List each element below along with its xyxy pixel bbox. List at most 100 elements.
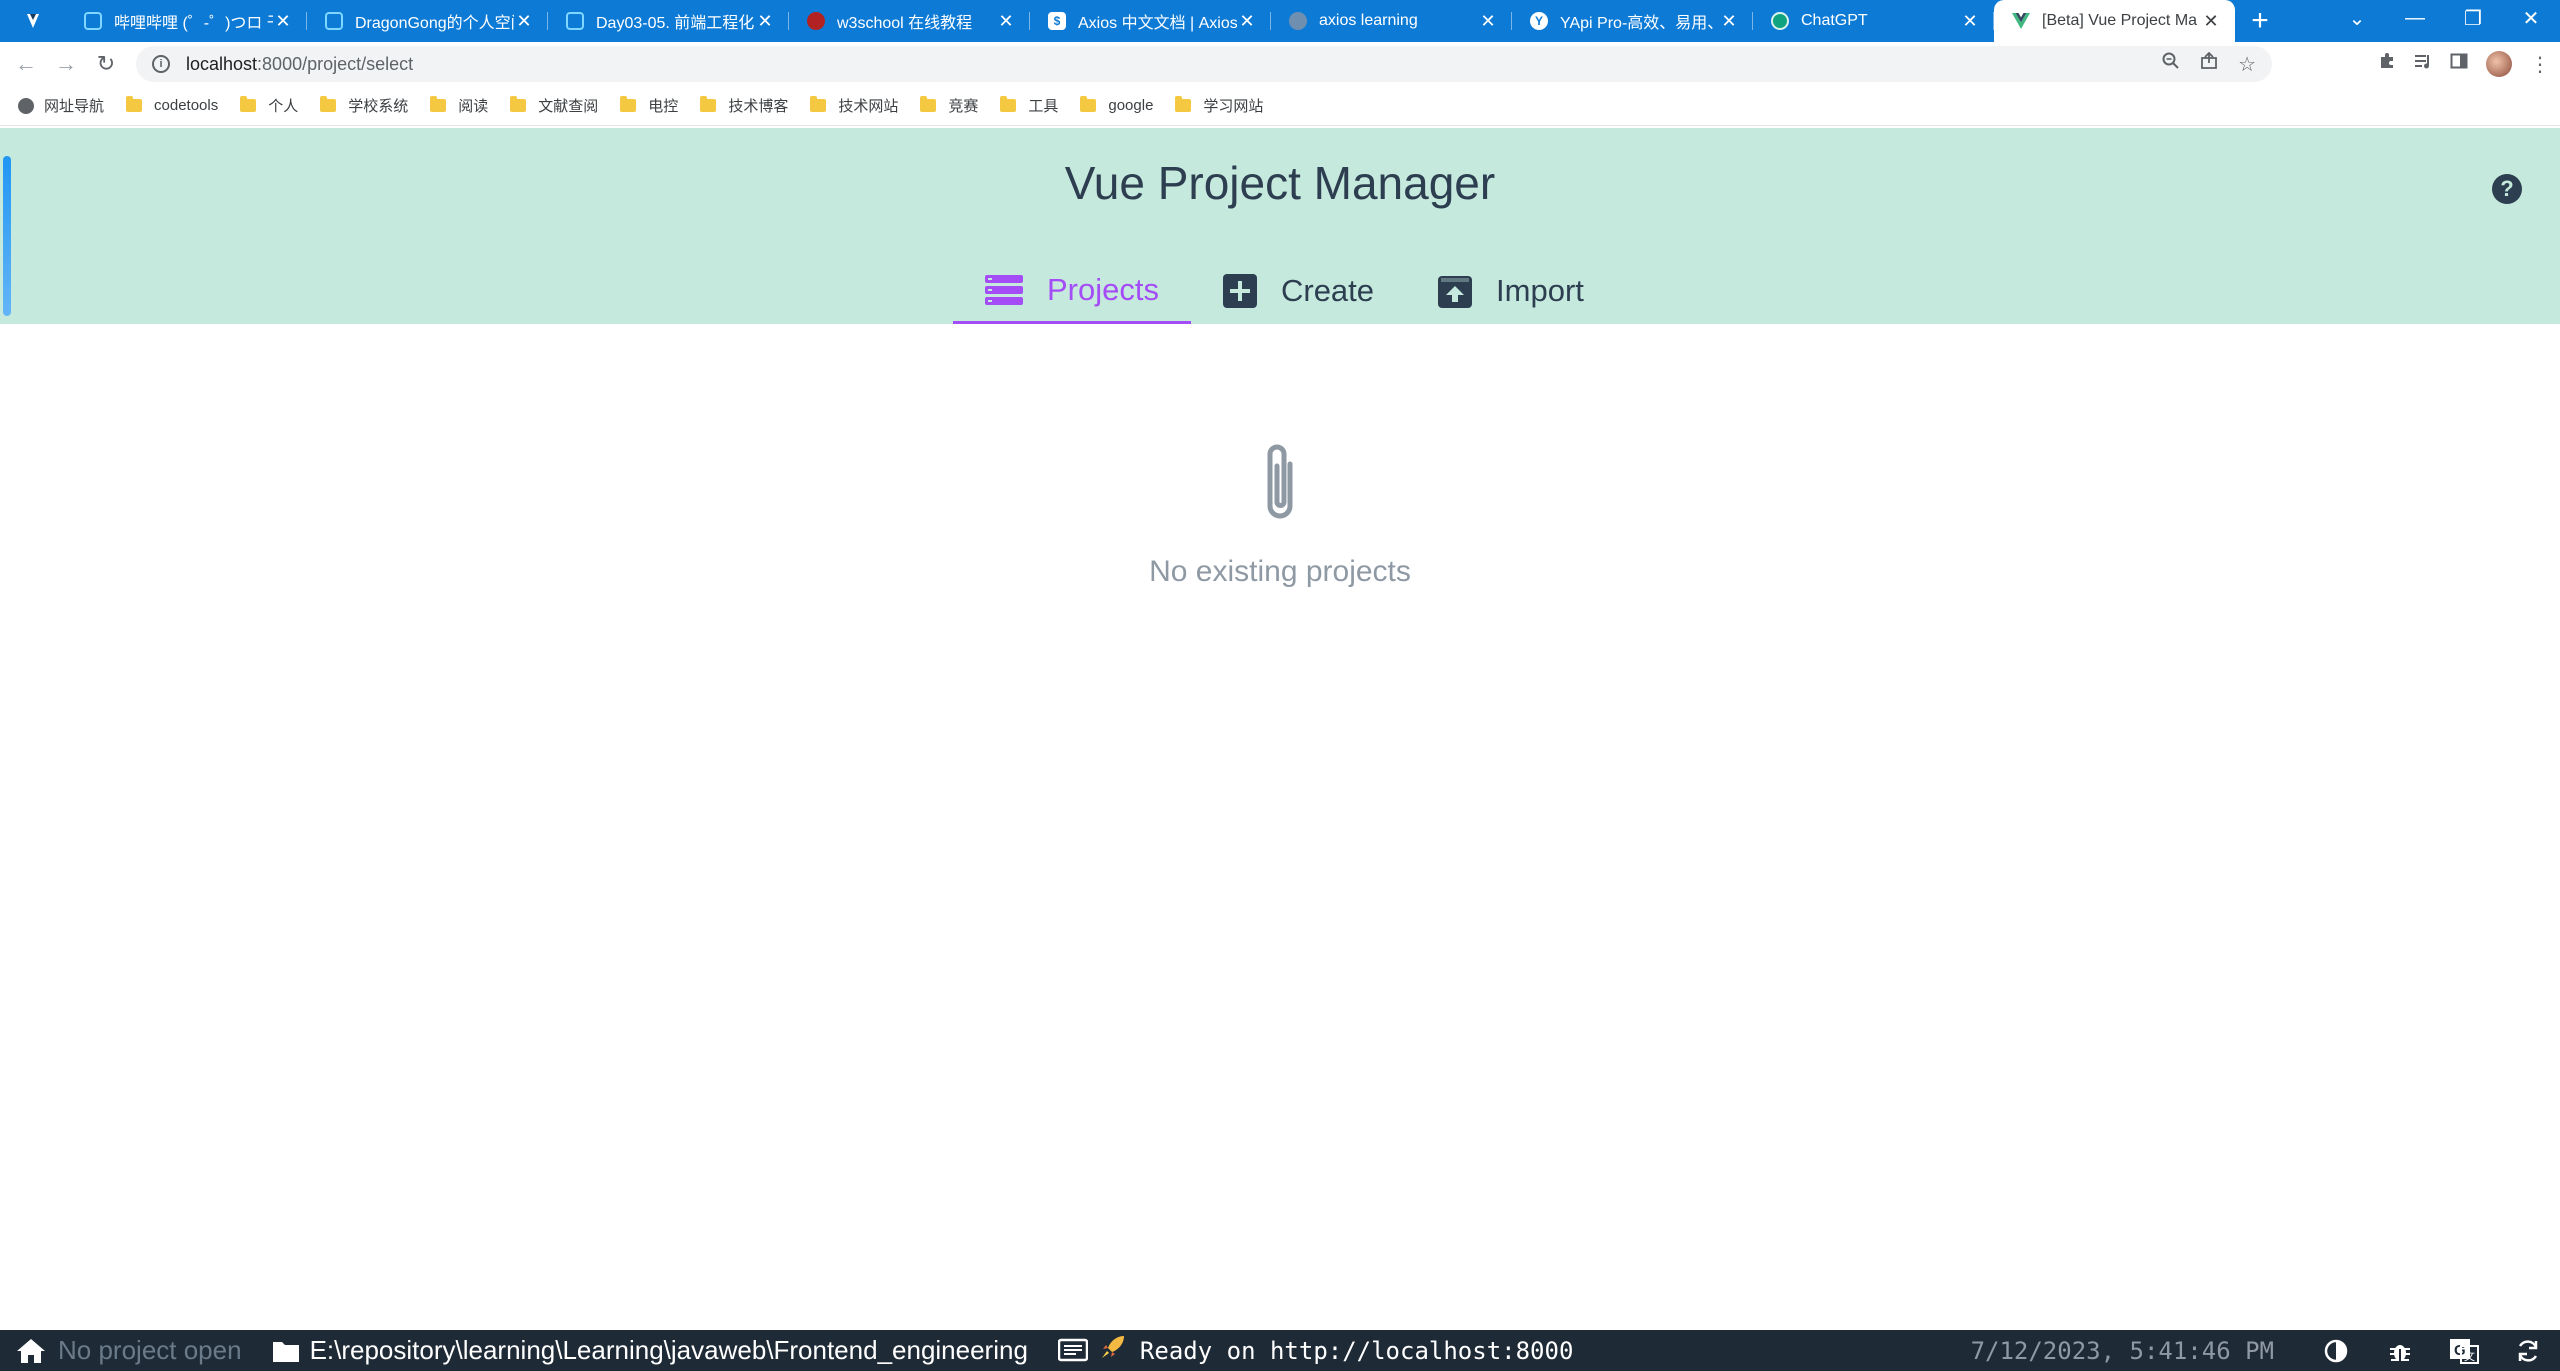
close-icon[interactable]: ✕ xyxy=(273,11,293,32)
bookmark-folder[interactable]: 工具 xyxy=(1000,95,1058,116)
folder-icon xyxy=(272,1341,299,1362)
tab-import[interactable]: Import xyxy=(1406,258,1616,324)
folder-icon xyxy=(700,96,717,112)
url-text[interactable]: localhost:8000/project/select xyxy=(186,54,413,75)
bilibili-icon xyxy=(566,12,584,30)
back-arrow-icon[interactable]: ← xyxy=(6,44,46,84)
close-icon[interactable]: ✕ xyxy=(514,11,534,32)
bookmark-folder[interactable]: google xyxy=(1080,96,1153,114)
bookmark-folder[interactable]: 技术博客 xyxy=(700,95,788,116)
tab-create-label: Create xyxy=(1280,273,1375,308)
tab-import-label: Import xyxy=(1496,273,1584,308)
more-menu-icon[interactable]: ⋮ xyxy=(2530,52,2550,77)
tab-title: 哔哩哔哩 (゜-゜)つロ 干 xyxy=(114,15,273,32)
folder-icon xyxy=(1000,96,1017,112)
browser-tab[interactable]: ChatGPT ✕ xyxy=(1753,0,1994,42)
bookmark-folder[interactable]: 电控 xyxy=(620,95,678,116)
dark-mode-icon[interactable] xyxy=(2304,1339,2368,1363)
close-icon[interactable]: ✕ xyxy=(2201,11,2221,32)
vue-logo-icon xyxy=(2012,12,2030,30)
browser-tab[interactable]: 哔哩哔哩 (゜-゜)つロ 干 ✕ xyxy=(66,0,307,42)
extensions-icon[interactable] xyxy=(2378,52,2396,76)
minimize-icon[interactable]: — xyxy=(2386,0,2444,36)
folder-icon xyxy=(240,96,257,112)
plus-box-icon xyxy=(1222,274,1257,308)
bookmark-item[interactable]: 网址导航 xyxy=(18,95,104,116)
folder-icon xyxy=(620,96,637,112)
paperclip-icon xyxy=(1256,440,1304,531)
project-status[interactable]: No project open xyxy=(0,1330,256,1371)
close-icon[interactable]: ✕ xyxy=(1719,11,1739,32)
profile-avatar[interactable] xyxy=(2486,51,2512,77)
translate-icon[interactable]: G文 xyxy=(2432,1338,2496,1364)
tab-search-icon[interactable] xyxy=(0,0,66,42)
reload-icon[interactable]: ↻ xyxy=(86,44,126,84)
page-title: Vue Project Manager xyxy=(1064,157,1496,209)
bookmark-folder[interactable]: 个人 xyxy=(240,95,298,116)
bookmark-folder[interactable]: 学校系统 xyxy=(320,95,408,116)
app-header: Vue Project Manager ? Projects Create Im… xyxy=(0,128,2560,324)
bookmark-label: codetools xyxy=(154,97,219,114)
tab-title: [Beta] Vue Project Ma xyxy=(2042,12,2198,29)
forward-arrow-icon[interactable]: → xyxy=(46,44,86,84)
restore-icon[interactable]: ❐ xyxy=(2444,0,2502,36)
media-control-icon[interactable] xyxy=(2414,52,2432,76)
site-info-icon[interactable]: i xyxy=(152,55,170,73)
tab-title: Axios 中文文档 | Axios xyxy=(1078,15,1237,32)
status-bar-right: 7/12/2023, 5:41:46 PM G文 xyxy=(1971,1330,2560,1371)
bookmark-label: 电控 xyxy=(648,98,679,115)
browser-tab[interactable]: DragonGong的个人空间 ✕ xyxy=(307,0,548,42)
status-bar: No project open E:\repository\learning\L… xyxy=(0,1330,2560,1371)
current-directory[interactable]: E:\repository\learning\Learning\javaweb\… xyxy=(256,1330,1042,1371)
bookmark-label: 个人 xyxy=(268,98,299,115)
folder-icon xyxy=(920,96,937,112)
window-controls: ⌄ — ❐ ✕ xyxy=(2328,0,2560,42)
close-icon[interactable]: ✕ xyxy=(1960,11,1980,32)
chevron-down-icon[interactable]: ⌄ xyxy=(2328,0,2386,36)
tab-projects[interactable]: Projects xyxy=(953,258,1191,324)
tab-title: w3school 在线教程 xyxy=(837,15,973,32)
star-icon[interactable]: ☆ xyxy=(2238,52,2256,77)
url-path: :8000/project/select xyxy=(257,53,414,74)
bookmark-folder[interactable]: codetools xyxy=(126,96,219,114)
close-window-icon[interactable]: ✕ xyxy=(2502,0,2560,36)
address-bar[interactable]: i localhost:8000/project/select ☆ xyxy=(136,46,2272,82)
browser-tab[interactable]: Y YApi Pro-高效、易用、 ✕ xyxy=(1512,0,1753,42)
bookmark-folder[interactable]: 阅读 xyxy=(430,95,488,116)
zoom-icon[interactable] xyxy=(2162,52,2180,76)
close-icon[interactable]: ✕ xyxy=(1478,11,1498,32)
close-icon[interactable]: ✕ xyxy=(755,11,775,32)
empty-message: No existing projects xyxy=(1149,555,1411,588)
terminal-icon xyxy=(1057,1338,1088,1361)
bookmark-folder[interactable]: 竞赛 xyxy=(920,95,978,116)
svg-text:文: 文 xyxy=(2464,1349,2475,1363)
new-tab-button[interactable]: + xyxy=(2235,0,2285,42)
refresh-icon[interactable] xyxy=(2496,1338,2560,1364)
log-status[interactable]: Ready on http://localhost:8000 xyxy=(1042,1330,1587,1371)
tab-create[interactable]: Create xyxy=(1191,258,1406,324)
browser-tab[interactable]: $ Axios 中文文档 | Axios ✕ xyxy=(1030,0,1271,42)
close-icon[interactable]: ✕ xyxy=(1237,11,1257,32)
browser-tab[interactable]: Day03-05. 前端工程化 ✕ xyxy=(548,0,789,42)
url-host: localhost xyxy=(186,53,258,74)
browser-tab-active[interactable]: [Beta] Vue Project Ma ✕ xyxy=(1994,0,2235,42)
bug-icon[interactable] xyxy=(2368,1339,2432,1363)
tab-title: Day03-05. 前端工程化 xyxy=(596,15,755,32)
omnibox-actions: ☆ xyxy=(2162,46,2256,82)
bookmark-folder[interactable]: 学习网站 xyxy=(1175,95,1263,116)
browser-tab[interactable]: w3school 在线教程 ✕ xyxy=(789,0,1030,42)
folder-icon xyxy=(320,96,337,112)
bookmark-label: 阅读 xyxy=(458,98,489,115)
bookmark-folder[interactable]: 技术网站 xyxy=(810,95,898,116)
side-panel-icon[interactable] xyxy=(2450,52,2468,76)
axios-icon: $ xyxy=(1048,12,1066,30)
bookmark-label: 竞赛 xyxy=(948,98,979,115)
share-icon[interactable] xyxy=(2200,51,2218,76)
close-icon[interactable]: ✕ xyxy=(996,11,1016,32)
browser-tab[interactable]: axios learning ✕ xyxy=(1271,0,1512,42)
bookmark-folder[interactable]: 文献查阅 xyxy=(510,95,598,116)
globe-icon xyxy=(18,97,34,114)
tab-title: axios learning xyxy=(1319,12,1418,29)
yapi-icon: Y xyxy=(1530,12,1548,30)
help-icon[interactable]: ? xyxy=(2492,174,2522,204)
